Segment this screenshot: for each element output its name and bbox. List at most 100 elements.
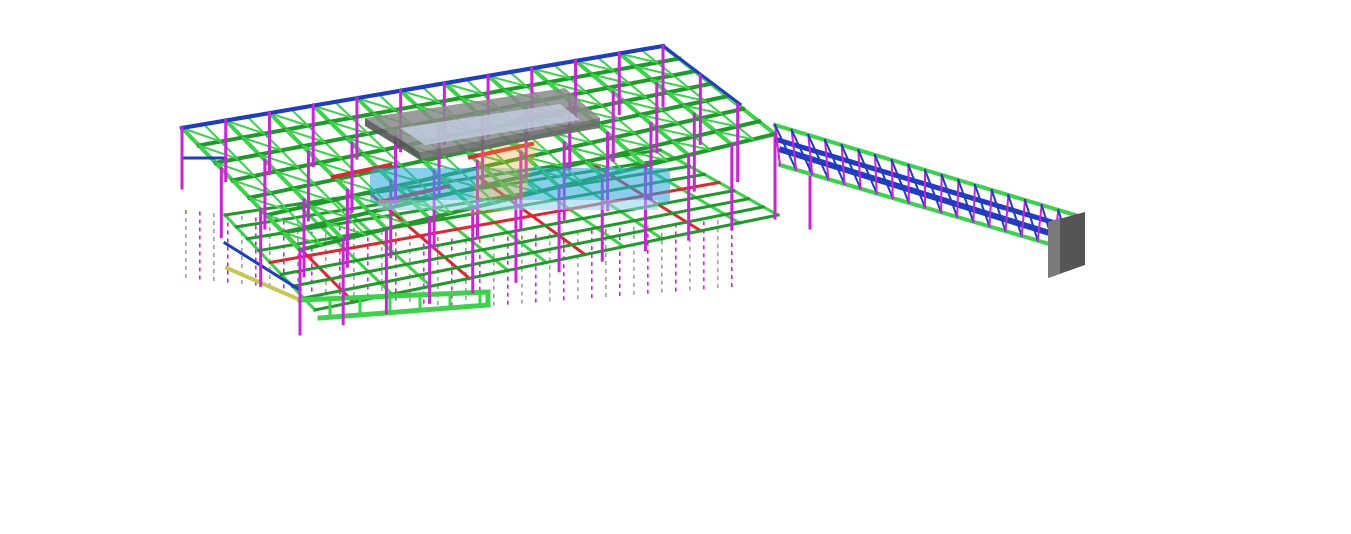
anchor-bolt [731,251,733,256]
anchor-bolt [577,279,579,284]
anchor-bolt [535,266,537,271]
anchor-bolt [577,271,579,276]
anchor-bolt [213,245,215,249]
anchor-bolt [227,278,229,283]
bridge-end-wall [1048,218,1060,278]
anchor-bolt [185,210,187,214]
anchor-bolt [661,288,663,293]
anchor-bolt [199,267,201,272]
anchor-bolt [241,264,243,268]
anchor-bolt [577,295,579,300]
anchor-bolt [269,251,271,255]
anchor-bolt [423,267,425,272]
anchor-bolt [675,287,677,292]
anchor-bolt [255,273,257,278]
anchor-bolt [269,275,271,279]
anchor-bolt [507,292,509,297]
bridge-diagonal [1023,198,1040,242]
anchor-bolt [689,254,691,259]
anchor-bolt [213,269,215,273]
anchor-bolt [605,253,607,257]
anchor-bolt [591,246,593,251]
anchor-bolt [535,258,537,263]
anchor-bolt [591,262,593,267]
anchor-bolt [717,236,719,241]
anchor-bolt [591,270,593,275]
anchor-bolt [633,258,635,263]
anchor-bolt [227,262,229,267]
anchor-bolt [185,226,187,230]
anchor-bolt [409,258,411,262]
anchor-bolt [619,291,621,296]
anchor-bolt [185,274,187,278]
anchor-bolt [563,272,565,277]
anchor-bolt [199,227,201,232]
anchor-bolt [199,219,201,224]
anchor-bolt [451,270,453,275]
anchor-bolt [213,261,215,265]
bridge-diagonal [990,188,1007,233]
anchor-bolt [633,274,635,279]
anchor-bolt [549,273,551,278]
anchor-bolt [563,280,565,285]
anchor-bolt [213,237,215,241]
anchor-bolt [409,242,411,246]
anchor-bolt [269,227,271,231]
anchor-bolt [731,267,733,272]
bridge-vertical [988,188,993,228]
anchor-bolt [381,287,383,291]
anchor-bolt [591,278,593,283]
anchor-bolt [311,271,313,276]
bridge-vertical [907,163,910,204]
anchor-bolt [339,266,341,271]
anchor-bolt [451,246,453,251]
anchor-bolt [283,252,285,257]
anchor-bolt [731,243,733,248]
anchor-bolt [605,285,607,289]
anchor-bolt [199,235,201,240]
anchor-bolt [535,282,537,287]
anchor-bolt [563,248,565,253]
anchor-bolt [591,286,593,291]
anchor-bolt [563,264,565,269]
anchor-bolt [241,280,243,284]
bridge-diagonal [973,183,991,228]
anchor-bolt [521,259,523,264]
anchor-bolt [185,218,187,222]
anchor-bolt [199,275,201,280]
bridge-vertical [1020,198,1027,237]
anchor-bolt [297,262,299,266]
anchor-bolt [717,276,719,281]
anchor-bolt [549,289,551,294]
anchor-bolt [185,258,187,262]
anchor-bolt [353,268,355,272]
anchor-bolt [661,272,663,277]
anchor-bolt [535,290,537,295]
anchor-bolt [717,284,719,289]
anchor-bolt [479,278,481,283]
anchor-bolt [493,301,495,306]
anchor-bolt [381,247,383,251]
anchor-bolt [703,245,705,250]
anchor-bolt [605,261,607,265]
anchor-bolt [283,236,285,241]
anchor-bolt [213,213,215,217]
anchor-bolt [325,281,327,285]
anchor-bolt [577,263,579,268]
anchor-bolt [381,263,383,267]
anchor-bolt [199,243,201,248]
bridge-diagonal [923,168,943,214]
anchor-bolt [717,260,719,265]
anchor-bolt [227,246,229,251]
anchor-bolt [633,290,635,295]
bridge-diagonal [940,173,959,219]
anchor-bolt [255,265,257,270]
anchor-bolt [437,261,439,265]
anchor-bolt [689,270,691,275]
anchor-bolt [647,281,649,286]
anchor-bolt [689,262,691,267]
bridge-deck [778,146,1076,244]
bridge-vertical [1004,193,1010,233]
anchor-bolt [521,291,523,296]
anchor-bolt [283,268,285,273]
